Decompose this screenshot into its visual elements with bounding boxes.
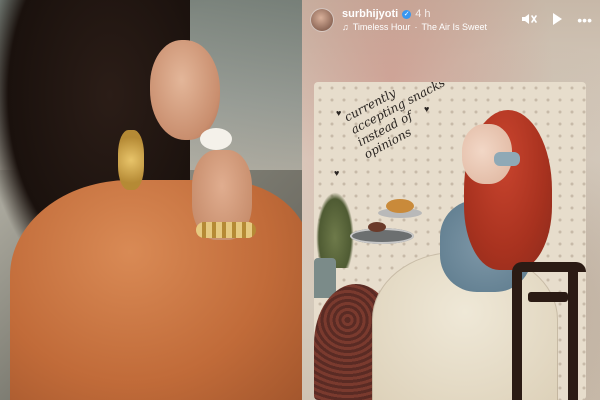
split-image: surbhijyoti ✓ 4 h ♫ Timeless Hour · The …: [0, 0, 600, 400]
face: [150, 40, 220, 140]
plant: [316, 192, 354, 268]
portrait-photo: [0, 0, 302, 400]
white-flower: [200, 128, 232, 150]
heart-icon: ♥: [336, 108, 342, 118]
more-dots-icon[interactable]: •••: [577, 13, 592, 27]
story-meta: surbhijyoti ✓ 4 h ♫ Timeless Hour · The …: [342, 8, 487, 32]
story-controls: •••: [521, 12, 592, 28]
plant-pot: [314, 258, 336, 298]
illustration-card: ♥ ♥ ♥ currently accepting snacks instead…: [314, 82, 586, 400]
chair: [512, 262, 586, 400]
chair-slat: [528, 292, 568, 302]
heart-icon: ♥: [334, 168, 340, 178]
song-title[interactable]: Timeless Hour: [353, 22, 411, 32]
verified-badge-icon: ✓: [402, 9, 412, 19]
bracelet: [196, 222, 256, 238]
hair-bow: [494, 152, 520, 166]
music-row[interactable]: ♫ Timeless Hour · The Air Is Sweet: [342, 22, 487, 32]
treat: [386, 199, 414, 213]
speaker-muted-icon[interactable]: [521, 12, 538, 28]
music-separator: ·: [414, 22, 418, 32]
user-row: surbhijyoti ✓ 4 h: [342, 8, 487, 20]
username[interactable]: surbhijyoti: [342, 8, 398, 20]
song-artist[interactable]: The Air Is Sweet: [421, 22, 487, 32]
music-note-icon: ♫: [342, 22, 349, 32]
instagram-story[interactable]: surbhijyoti ✓ 4 h ♫ Timeless Hour · The …: [302, 0, 600, 400]
avatar[interactable]: [310, 8, 334, 32]
treat: [368, 222, 386, 232]
earring: [118, 130, 144, 190]
orange-outfit: [10, 180, 302, 400]
play-icon[interactable]: [551, 12, 563, 28]
story-header: surbhijyoti ✓ 4 h ♫ Timeless Hour · The …: [302, 0, 600, 40]
post-time: 4 h: [415, 8, 431, 20]
